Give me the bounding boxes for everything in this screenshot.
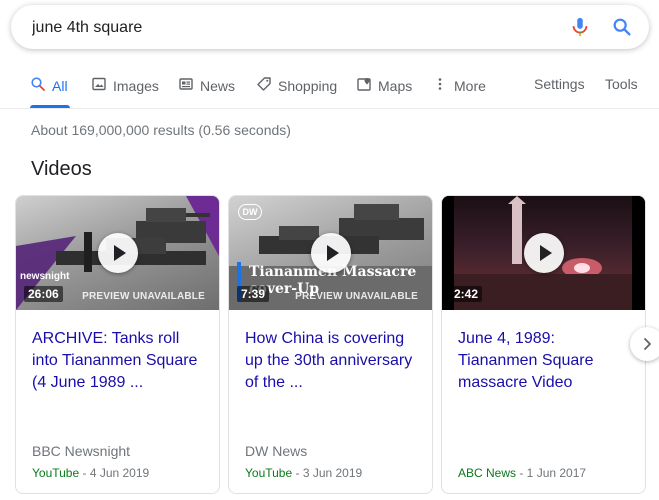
video-title[interactable]: How China is covering up the 30th annive… <box>245 328 420 394</box>
tab-more[interactable]: More <box>432 76 486 95</box>
video-duration: 7:39 <box>237 286 270 302</box>
search-bar[interactable] <box>11 5 649 49</box>
tools-link[interactable]: Tools <box>605 76 638 92</box>
tab-label: Shopping <box>278 77 338 94</box>
video-date: - 4 Jun 2019 <box>79 466 150 480</box>
result-stats: About 169,000,000 results (0.56 seconds) <box>31 122 291 138</box>
play-button[interactable] <box>98 233 138 273</box>
tab-all[interactable]: All <box>30 76 68 95</box>
video-duration: 26:06 <box>24 286 63 302</box>
tab-news[interactable]: News <box>178 76 235 95</box>
search-tabs: All Images News Shopping Maps More Setti… <box>0 60 659 109</box>
video-card[interactable]: newsnight 26:06 PREVIEW UNAVAILABLE ARCH… <box>15 195 220 494</box>
play-button[interactable] <box>524 233 564 273</box>
search-input[interactable] <box>32 18 552 38</box>
dw-logo: DW <box>238 204 262 220</box>
video-source: YouTube <box>245 466 293 480</box>
map-pin-icon <box>356 76 372 95</box>
search-icon[interactable] <box>611 16 633 38</box>
video-channel: DW News <box>245 443 308 459</box>
preview-unavailable: PREVIEW UNAVAILABLE <box>295 291 418 302</box>
channel-overlay: newsnight <box>20 271 70 282</box>
settings-label: Settings <box>534 76 585 92</box>
tools-label: Tools <box>605 76 638 92</box>
image-icon <box>91 76 107 95</box>
video-title[interactable]: June 4, 1989: Tiananmen Square massacre … <box>458 328 633 394</box>
section-title: Videos <box>31 158 92 180</box>
video-thumbnail[interactable]: DW Tiananmen Massacre cover-Up 7:39 PREV… <box>229 196 432 310</box>
video-card[interactable]: 2:42 June 4, 1989: Tiananmen Square mass… <box>441 195 646 494</box>
play-button[interactable] <box>311 233 351 273</box>
tab-label: All <box>52 77 68 94</box>
video-meta: YouTube - 4 Jun 2019 <box>32 466 149 480</box>
video-thumbnail[interactable]: newsnight 26:06 PREVIEW UNAVAILABLE <box>16 196 219 310</box>
settings-link[interactable]: Settings <box>534 76 585 92</box>
tab-images[interactable]: Images <box>91 76 159 95</box>
tab-label: News <box>200 77 236 94</box>
tag-icon <box>256 76 272 95</box>
preview-unavailable: PREVIEW UNAVAILABLE <box>82 291 205 302</box>
video-title[interactable]: ARCHIVE: Tanks roll into Tiananmen Squar… <box>32 328 207 394</box>
tab-label: More <box>454 77 486 94</box>
tab-shopping[interactable]: Shopping <box>256 76 337 95</box>
video-source: ABC News <box>458 466 517 480</box>
tab-label: Images <box>113 77 159 94</box>
video-source: YouTube <box>32 466 80 480</box>
video-meta: YouTube - 3 Jun 2019 <box>245 466 362 480</box>
video-meta: ABC News - 1 Jun 2017 <box>458 466 586 480</box>
tab-maps[interactable]: Maps <box>356 76 412 95</box>
video-date: - 3 Jun 2019 <box>292 466 363 480</box>
video-channel: BBC Newsnight <box>32 443 131 459</box>
video-date: - 1 Jun 2017 <box>516 466 587 480</box>
video-thumbnail[interactable]: 2:42 <box>442 196 645 310</box>
newspaper-icon <box>178 76 194 95</box>
video-duration: 2:42 <box>450 286 483 302</box>
active-tab-indicator <box>30 105 70 108</box>
video-card[interactable]: DW Tiananmen Massacre cover-Up 7:39 PREV… <box>228 195 433 494</box>
search-icon <box>30 76 46 95</box>
tab-label: Maps <box>378 77 413 94</box>
next-videos-button[interactable] <box>630 327 659 361</box>
microphone-icon[interactable] <box>569 16 591 38</box>
kebab-icon <box>432 76 448 95</box>
